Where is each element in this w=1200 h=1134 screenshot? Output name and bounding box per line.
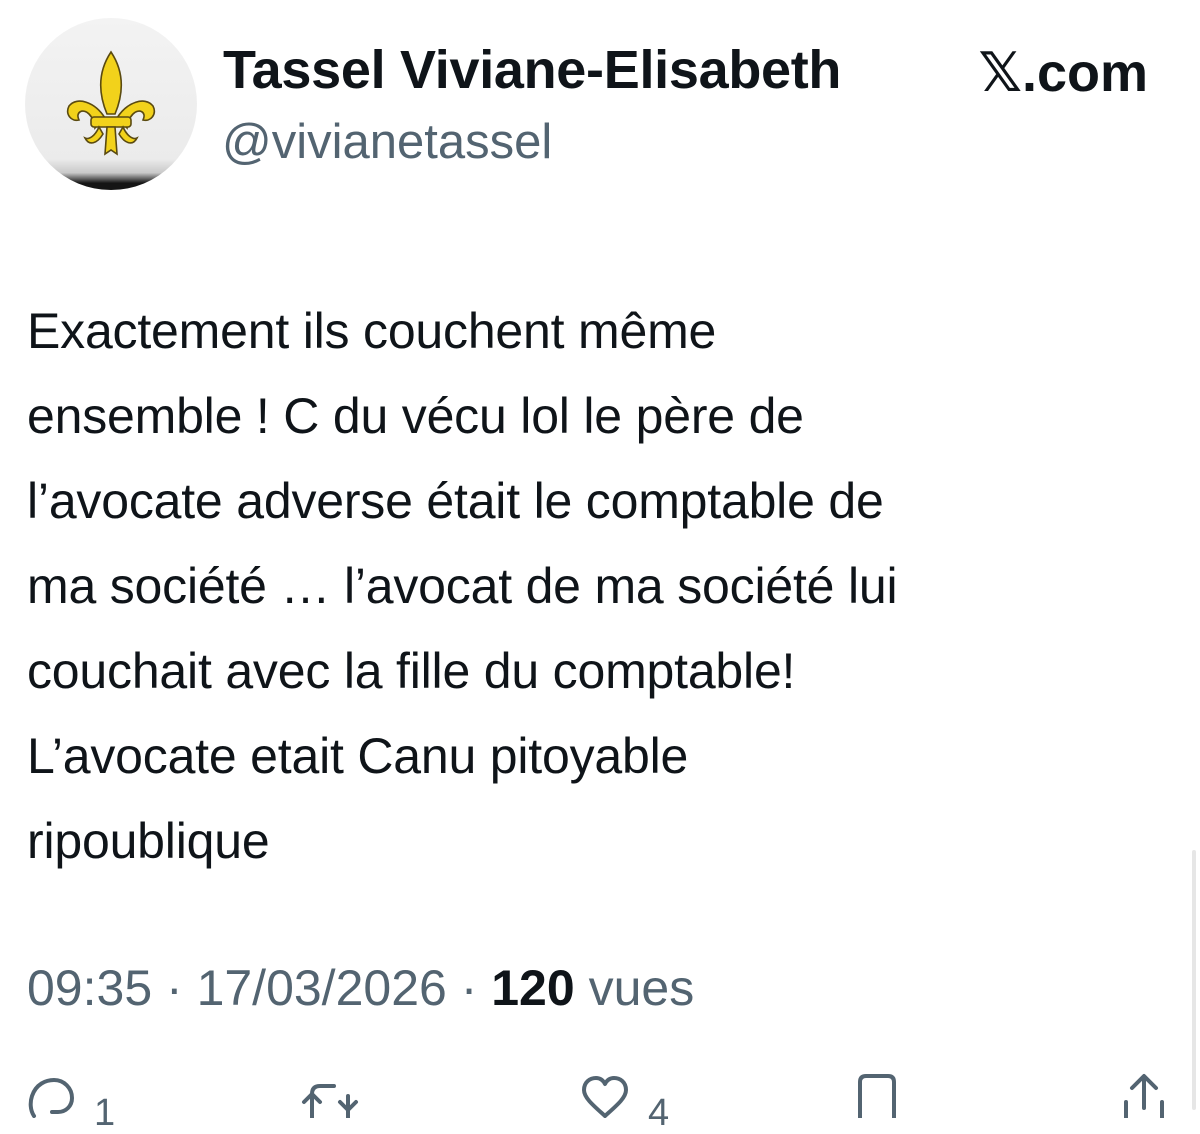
heart-icon bbox=[582, 1076, 628, 1118]
retweet-button[interactable] bbox=[300, 1072, 360, 1118]
tweet-time: 09:35 bbox=[27, 960, 153, 1016]
bookmark-icon bbox=[858, 1074, 896, 1118]
tweet-date: 17/03/2026 bbox=[196, 960, 447, 1016]
tweet-text: Exactement ils couchent même ensemble ! … bbox=[27, 303, 898, 869]
action-bar: 1 4 bbox=[0, 1072, 1200, 1132]
meta-separator: · bbox=[152, 960, 197, 1016]
reply-icon bbox=[28, 1077, 75, 1118]
reply-count: 1 bbox=[94, 1092, 116, 1134]
share-icon bbox=[1124, 1074, 1164, 1118]
like-count: 4 bbox=[648, 1092, 670, 1134]
views-label: vues bbox=[588, 960, 695, 1016]
fleur-de-lis-icon bbox=[66, 50, 156, 156]
share-button[interactable] bbox=[1120, 1072, 1168, 1118]
source-label: 𝕏.com bbox=[978, 43, 1148, 103]
author-handle[interactable]: @vivianetassel bbox=[222, 113, 552, 172]
meta-separator: · bbox=[446, 960, 492, 1016]
tweet-meta: 09:35 · 17/03/2026 · 120 vues bbox=[27, 958, 694, 1018]
views-count: 120 bbox=[491, 960, 575, 1016]
like-button[interactable]: 4 bbox=[580, 1072, 669, 1132]
scrollbar[interactable] bbox=[1192, 850, 1196, 1110]
bookmark-button[interactable] bbox=[856, 1072, 898, 1118]
reply-button[interactable]: 1 bbox=[26, 1072, 115, 1132]
author-name[interactable]: Tassel Viviane-Elisabeth bbox=[223, 38, 841, 103]
retweet-icon bbox=[302, 1084, 358, 1118]
avatar[interactable] bbox=[25, 18, 197, 190]
